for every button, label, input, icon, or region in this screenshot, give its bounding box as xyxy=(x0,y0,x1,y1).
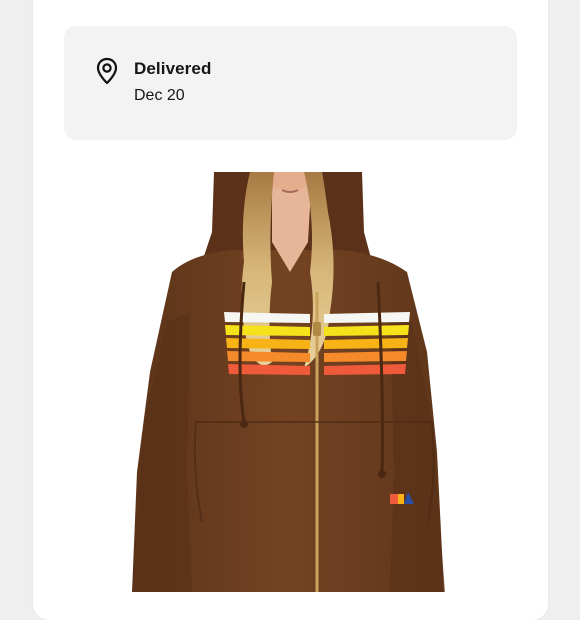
product-photo[interactable] xyxy=(132,172,445,592)
order-card: Delivered Dec 20 xyxy=(33,0,548,620)
delivery-status-title: Delivered xyxy=(134,59,212,78)
location-pin-icon xyxy=(94,57,120,85)
delivery-status-box: Delivered Dec 20 xyxy=(64,26,517,140)
delivery-date: Dec 20 xyxy=(134,87,185,104)
